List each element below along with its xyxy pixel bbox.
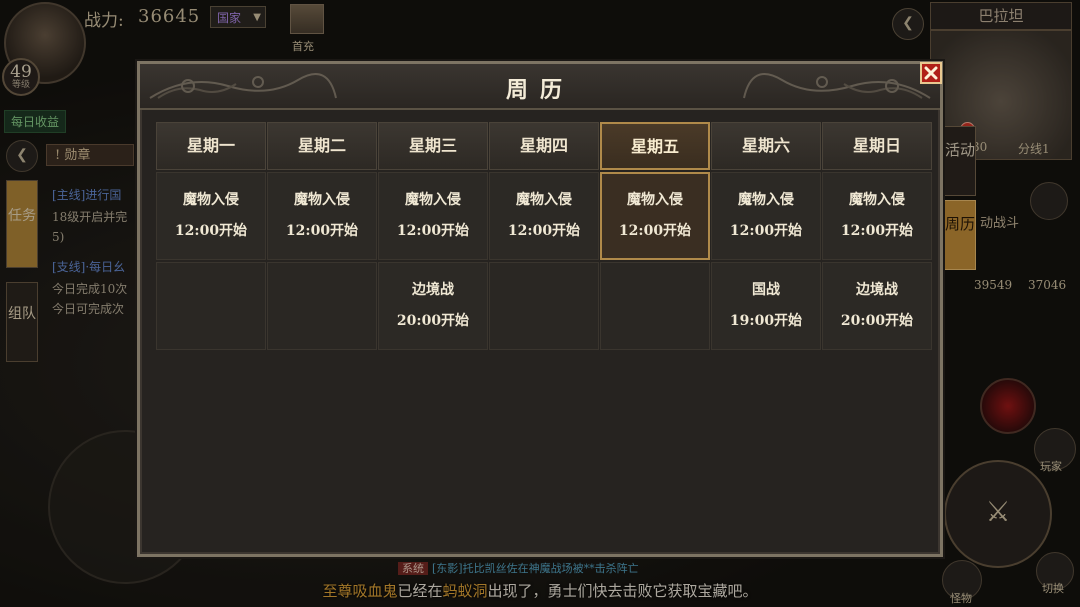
day-header-mon: 星期一	[156, 122, 266, 170]
day-header-sun: 星期日	[822, 122, 932, 170]
event-name: 魔物入侵	[849, 192, 905, 208]
event-cell[interactable]: 魔物入侵 12:00开始	[711, 172, 821, 260]
event-name: 魔物入侵	[516, 192, 572, 208]
event-time: 20:00开始	[840, 313, 914, 329]
weekly-calendar-dialog: 周历 星期一 星期二 星期三 星期四 星期五 星期六 星期日 魔物入侵 12:0…	[137, 61, 943, 557]
empty-cell	[156, 262, 266, 350]
close-button[interactable]	[920, 62, 942, 84]
event-name: 边境战	[412, 282, 454, 298]
event-name: 魔物入侵	[294, 192, 350, 208]
event-name: 魔物入侵	[738, 192, 794, 208]
event-cell[interactable]: 魔物入侵 12:00开始	[489, 172, 599, 260]
event-cell[interactable]: 边境战 20:00开始	[378, 262, 488, 350]
empty-cell	[489, 262, 599, 350]
event-cell-today[interactable]: 魔物入侵 12:00开始	[600, 172, 710, 260]
event-cell[interactable]: 魔物入侵 12:00开始	[822, 172, 932, 260]
empty-cell	[600, 262, 710, 350]
event-cell[interactable]: 魔物入侵 12:00开始	[156, 172, 266, 260]
event-name: 边境战	[856, 282, 898, 298]
empty-cell	[267, 262, 377, 350]
event-name: 国战	[752, 282, 780, 298]
event-time: 12:00开始	[396, 223, 470, 239]
event-time: 12:00开始	[840, 223, 914, 239]
event-cell[interactable]: 边境战 20:00开始	[822, 262, 932, 350]
day-header-wed: 星期三	[378, 122, 488, 170]
day-header-tue: 星期二	[267, 122, 377, 170]
event-name: 魔物入侵	[183, 192, 239, 208]
event-time: 12:00开始	[618, 223, 692, 239]
event-name: 魔物入侵	[405, 192, 461, 208]
day-header-sat: 星期六	[711, 122, 821, 170]
event-name: 魔物入侵	[627, 192, 683, 208]
event-time: 12:00开始	[174, 223, 248, 239]
event-time: 12:00开始	[507, 223, 581, 239]
event-time: 12:00开始	[285, 223, 359, 239]
event-cell[interactable]: 国战 19:00开始	[711, 262, 821, 350]
day-header-thu: 星期四	[489, 122, 599, 170]
day-header-fri: 星期五	[600, 122, 710, 170]
ornament-icon	[743, 73, 931, 99]
dialog-header: 周历	[140, 64, 940, 110]
close-icon	[924, 66, 938, 80]
event-time: 19:00开始	[729, 313, 803, 329]
event-time: 12:00开始	[729, 223, 803, 239]
event-cell[interactable]: 魔物入侵 12:00开始	[267, 172, 377, 260]
event-time: 20:00开始	[396, 313, 470, 329]
calendar-grid: 星期一 星期二 星期三 星期四 星期五 星期六 星期日 魔物入侵 12:00开始…	[156, 122, 932, 350]
event-cell[interactable]: 魔物入侵 12:00开始	[378, 172, 488, 260]
